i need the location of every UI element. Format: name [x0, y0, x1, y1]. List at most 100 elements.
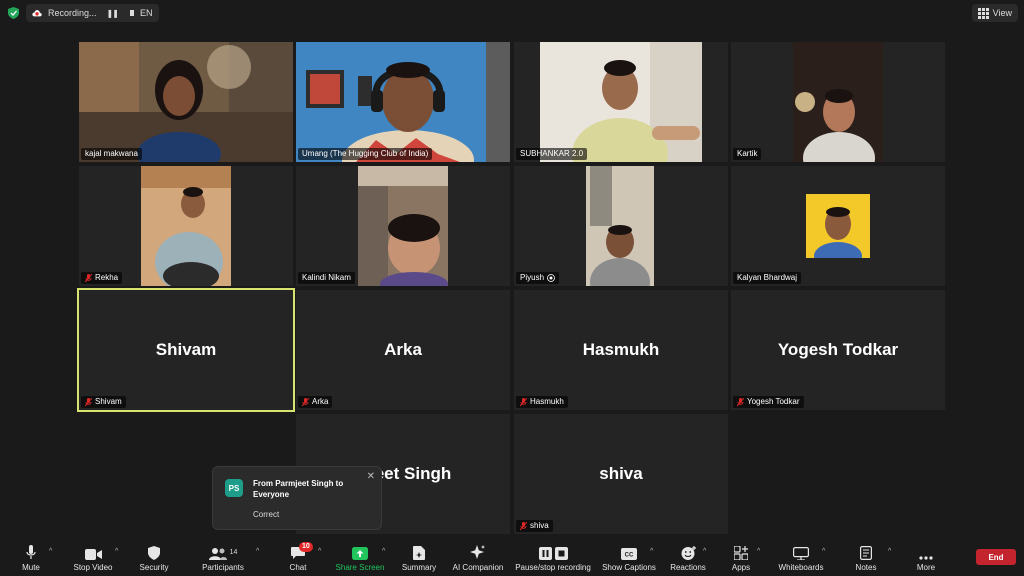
stop-video-button[interactable]: Stop Video — [70, 538, 116, 576]
chevron-up-icon[interactable]: ^ — [382, 548, 385, 555]
participant-avatar — [806, 194, 870, 258]
language-button[interactable]: EN — [134, 4, 159, 22]
participant-name-tag: Kalyan Bhardwaj — [733, 272, 802, 284]
video-tile[interactable]: SUBHANKAR 2.0 — [514, 42, 728, 162]
mic-muted-icon — [302, 397, 309, 406]
participants-count: 14 — [229, 549, 238, 556]
participant-name-tag: Kartik — [733, 148, 762, 160]
mic-muted-icon — [520, 521, 527, 530]
share-screen-button[interactable]: Share Screen — [334, 538, 386, 576]
chat-message: Correct — [253, 510, 280, 519]
close-icon[interactable]: ✕ — [367, 471, 375, 482]
emoji-reaction-icon — [547, 274, 555, 282]
participant-display-name: shiva — [599, 464, 643, 483]
video-tile-active-speaker[interactable]: Shivam Shivam — [77, 288, 295, 412]
participants-button[interactable]: 14 Participants — [200, 538, 246, 576]
participant-name-tag: Hasmukh — [516, 396, 568, 408]
top-bar: Recording... ❚❚ EN View — [0, 0, 1024, 26]
meeting-toolbar: Mute ^ Stop Video ^ Security 14 Particip… — [0, 538, 1024, 576]
apps-button[interactable]: Apps — [727, 538, 755, 576]
smiley-icon — [681, 546, 696, 560]
reactions-button[interactable]: Reactions — [668, 538, 708, 576]
participant-video — [141, 166, 231, 286]
summary-icon — [413, 546, 425, 560]
end-meeting-button[interactable]: End — [976, 549, 1016, 565]
video-tile[interactable]: Kalyan Bhardwaj — [731, 166, 945, 286]
chevron-up-icon[interactable]: ^ — [318, 548, 321, 555]
participants-icon — [208, 548, 227, 560]
mic-muted-icon — [737, 397, 744, 406]
whiteboard-icon — [793, 547, 809, 560]
microphone-icon — [26, 545, 36, 559]
participant-name-tag: Piyush — [516, 272, 560, 284]
notes-button[interactable]: Notes — [852, 538, 880, 576]
participant-display-name: Arka — [384, 340, 422, 359]
sender-avatar: PS — [225, 479, 243, 497]
chat-sender: From Parmjeet Singh to Everyone — [253, 479, 344, 499]
video-camera-icon — [84, 549, 102, 560]
pause-stop-recording-button[interactable]: Pause/stop recording — [512, 538, 594, 576]
participant-video — [296, 42, 510, 162]
chevron-up-icon[interactable]: ^ — [822, 548, 825, 555]
sparkle-icon — [470, 545, 485, 559]
video-tile[interactable]: shiva shiva — [514, 414, 728, 534]
participant-video — [586, 166, 654, 286]
grid-icon — [977, 7, 989, 19]
more-button[interactable]: More — [912, 538, 940, 576]
participant-name-tag: Umang (The Hugging Club of India) — [298, 148, 433, 160]
captions-icon: CC — [621, 548, 637, 560]
chevron-up-icon[interactable]: ^ — [650, 548, 653, 555]
participant-display-name: Hasmukh — [582, 340, 660, 359]
recording-indicator[interactable]: Recording... ❚❚ — [26, 4, 142, 22]
share-screen-icon — [352, 547, 368, 560]
stop-icon — [554, 547, 568, 560]
participant-name-tag: kajal makwana — [81, 148, 142, 160]
chevron-up-icon[interactable]: ^ — [703, 548, 706, 555]
participant-name-tag: Arka — [298, 396, 333, 408]
shield-check-icon[interactable] — [8, 7, 19, 19]
chat-notification[interactable]: PS From Parmjeet Singh to Everyone Corre… — [212, 466, 382, 530]
video-tile[interactable]: Kalindi Nikam — [296, 166, 510, 286]
mute-button[interactable]: Mute — [14, 538, 48, 576]
video-tile[interactable]: Piyush — [514, 166, 728, 286]
pause-icon[interactable]: ❚❚ — [107, 9, 119, 18]
view-label: View — [992, 8, 1012, 18]
chevron-up-icon[interactable]: ^ — [888, 548, 891, 555]
chevron-up-icon[interactable]: ^ — [115, 548, 118, 555]
chevron-up-icon[interactable]: ^ — [757, 548, 760, 555]
summary-button[interactable]: Summary — [400, 538, 438, 576]
participant-display-name: Yogesh Todkar — [777, 340, 899, 359]
show-captions-button[interactable]: CC Show Captions — [600, 538, 658, 576]
security-button[interactable]: Security — [136, 538, 172, 576]
apps-icon — [734, 546, 748, 560]
notes-icon — [860, 546, 872, 560]
video-tile[interactable]: Kartik — [731, 42, 945, 162]
ai-companion-button[interactable]: AI Companion — [450, 538, 506, 576]
recording-label: Recording... — [48, 8, 97, 18]
participant-name-tag: Shivam — [81, 396, 126, 408]
video-tile[interactable]: Umang (The Hugging Club of India) — [296, 42, 510, 162]
video-tile[interactable]: Rekha — [79, 166, 293, 286]
participant-video — [79, 42, 293, 162]
participant-name-tag: Kalindi Nikam — [298, 272, 355, 284]
chevron-up-icon[interactable]: ^ — [256, 548, 259, 555]
participant-video — [358, 166, 448, 286]
view-button[interactable]: View — [971, 4, 1018, 22]
chevron-up-icon[interactable]: ^ — [49, 548, 52, 555]
participant-name-tag: shiva — [516, 520, 553, 532]
video-tile[interactable]: Hasmukh Hasmukh — [514, 290, 728, 410]
participant-name-tag: Yogesh Todkar — [733, 396, 804, 408]
participant-video — [540, 42, 702, 162]
mic-muted-icon — [520, 397, 527, 406]
cloud-recording-icon — [32, 10, 42, 17]
svg-text:CC: CC — [625, 553, 634, 559]
participant-video — [793, 42, 883, 162]
shield-icon — [148, 546, 160, 560]
video-tile[interactable]: Yogesh Todkar Yogesh Todkar — [731, 290, 945, 410]
video-tile[interactable]: Arka Arka — [296, 290, 510, 410]
video-tile[interactable]: kajal makwana — [79, 42, 293, 162]
participant-name-tag: Rekha — [81, 272, 123, 284]
whiteboards-button[interactable]: Whiteboards — [776, 538, 826, 576]
chat-unread-badge: 10 — [299, 542, 313, 552]
participant-name-tag: SUBHANKAR 2.0 — [516, 148, 588, 160]
